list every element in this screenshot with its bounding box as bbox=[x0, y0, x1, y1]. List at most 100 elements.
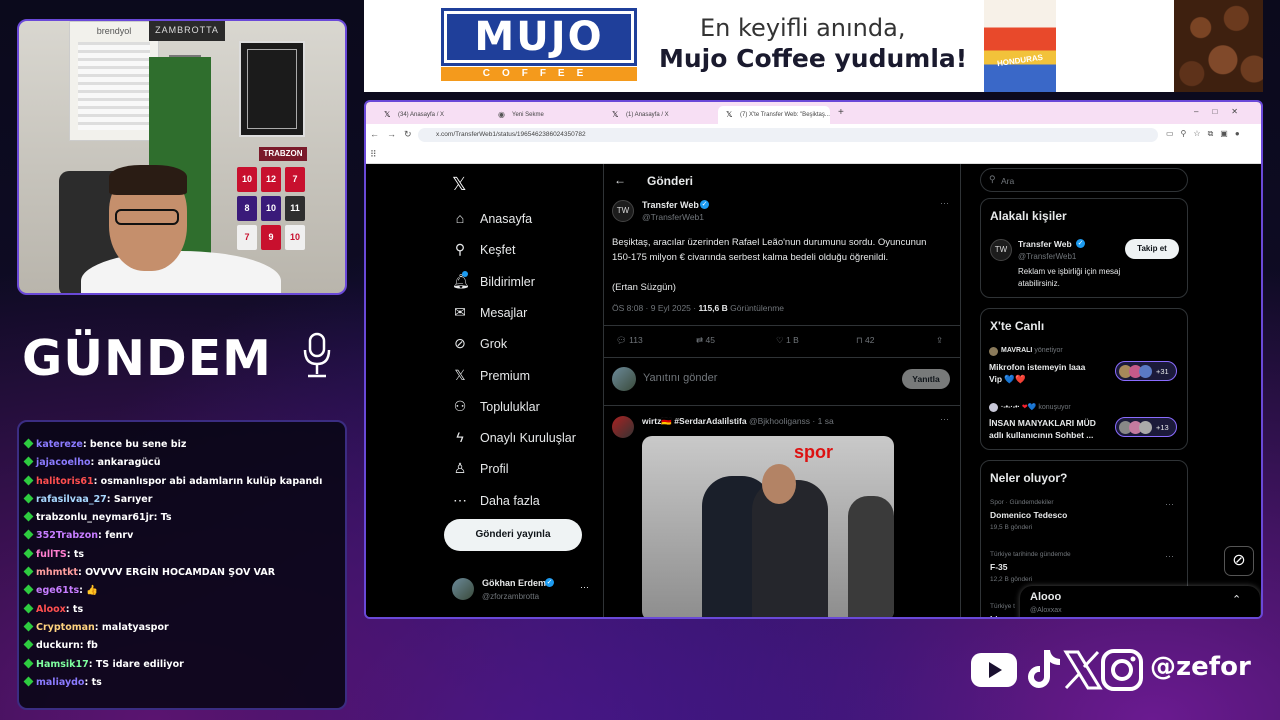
reply-input[interactable]: Yanıtını gönder bbox=[643, 372, 717, 384]
browser-tab-4-active[interactable]: 𝕏 (7) X'te Transfer Web: "Beşiktaş... bbox=[718, 106, 830, 124]
retweet-action[interactable]: ⇄ 45 bbox=[696, 335, 715, 346]
url-field[interactable]: x.com/TransferWeb1/status/19654623860243… bbox=[418, 128, 1158, 142]
account-menu-icon[interactable]: ⋯ bbox=[580, 582, 589, 593]
nav-anasayfa[interactable]: ⌂ Anasayfa bbox=[452, 210, 612, 230]
dm-handle: @Aloxxax bbox=[1030, 607, 1062, 614]
search-box[interactable]: ⚲ Ara bbox=[980, 168, 1188, 192]
chat-username[interactable]: halitoris61 bbox=[36, 476, 94, 487]
chat-username[interactable]: fullTS bbox=[36, 549, 67, 560]
live-space-2[interactable]: ·-•-·-•· ❤💙 konuşuyor İNSAN MANYAKLARI M… bbox=[989, 401, 1179, 451]
bookmark-action[interactable]: ⊓ 42 bbox=[856, 335, 874, 346]
host-row: MAVRALI yönetiyor bbox=[1001, 347, 1063, 354]
tweet-author-name[interactable]: Transfer Web bbox=[642, 200, 699, 210]
bookmark-icon: ⊓ bbox=[856, 335, 863, 345]
chat-username[interactable]: katereze bbox=[36, 439, 83, 450]
tweet-avatar[interactable]: TW bbox=[612, 200, 634, 222]
column-divider bbox=[603, 164, 604, 617]
chat-username[interactable]: Cryptoman bbox=[36, 622, 95, 633]
new-tab-button[interactable]: + bbox=[838, 107, 844, 118]
chat-text: : osmanlıspor abi adamların kulüp kapand… bbox=[93, 475, 323, 487]
related-people-card: Alakalı kişiler TW Transfer Web ✓ @Trans… bbox=[980, 198, 1188, 298]
share-icon[interactable]: ⇪ bbox=[936, 335, 943, 346]
chat-text: : 👍 bbox=[79, 585, 99, 597]
chat-username[interactable]: maliaydo bbox=[36, 677, 84, 688]
browser-tab-1[interactable]: 𝕏 (34) Anasayfa / X bbox=[376, 106, 488, 124]
nav-mesajlar[interactable]: ✉ Mesajlar bbox=[452, 304, 612, 324]
reply-author-name[interactable]: wirtz🇩🇪 #SerdarAdaliİstifa bbox=[642, 416, 747, 426]
tactics-board bbox=[239, 41, 305, 137]
x-favicon-icon: 𝕏 bbox=[612, 110, 619, 119]
tweet-time: ÖS 8:08 · 9 Eyl 2025 · bbox=[612, 303, 699, 313]
trend-more-icon[interactable]: ⋯ bbox=[1165, 551, 1174, 562]
reply-action[interactable]: 💬︎ 113 bbox=[616, 335, 643, 346]
tab-title: (7) X'te Transfer Web: "Beşiktaş... bbox=[740, 112, 830, 118]
nav-grok[interactable]: ⊘ Grok bbox=[452, 335, 612, 355]
bio-line: Reklam ve işbirliği için mesaj bbox=[1018, 267, 1121, 276]
browser-tab-3[interactable]: 𝕏 (1) Anasayfa / X bbox=[604, 106, 716, 124]
reply-button[interactable]: Yanıtla bbox=[902, 369, 950, 389]
live-space-1[interactable]: MAVRALI yönetiyor Mikrofon istemeyin laa… bbox=[989, 345, 1179, 395]
tweet-views: 115,6 B bbox=[698, 303, 728, 313]
chat-username[interactable]: duckurn bbox=[36, 640, 80, 651]
nav-bildirimler[interactable]: 🔔︎ Bildirimler bbox=[452, 270, 612, 293]
trend-item[interactable]: Spor · Gündemdekiler Domenico Tedesco 19,5… bbox=[990, 499, 1180, 545]
chat-text: : bence bu sene biz bbox=[82, 439, 187, 450]
bookmark-count: 42 bbox=[865, 335, 875, 345]
space-title: Mikrofon istemeyin laaa Vip 💙❤️ bbox=[989, 361, 1085, 385]
nav-topluluklar[interactable]: ⚇ Topluluklar bbox=[452, 398, 612, 418]
chat-username[interactable]: ege61ts bbox=[36, 585, 79, 596]
chat-username[interactable]: mhmtkt bbox=[36, 567, 78, 578]
nav-label: Premium bbox=[480, 368, 531, 383]
trend-more-icon[interactable]: ⋯ bbox=[1165, 499, 1174, 510]
badge-icon bbox=[23, 584, 34, 595]
related-handle: @TransferWeb1 bbox=[1018, 252, 1077, 261]
chat-username[interactable]: rafasilvaa_27 bbox=[36, 494, 107, 505]
apps-icon[interactable]: ⠿ bbox=[370, 149, 377, 160]
lightning-icon: ϟ bbox=[456, 429, 464, 446]
account-avatar[interactable] bbox=[452, 578, 474, 600]
post-button[interactable]: Gönderi yayınla bbox=[444, 519, 582, 551]
dm-drawer[interactable]: Alooo @Aloxxax ⌃ bbox=[1020, 586, 1260, 617]
show-title: GÜNDEM bbox=[22, 330, 272, 387]
tweet-meta: ÖS 8:08 · 9 Eyl 2025 · 115,6 B Görüntüle… bbox=[612, 303, 784, 313]
expand-icon[interactable]: ⌃ bbox=[1232, 593, 1241, 606]
nav-keşfet[interactable]: ⚲ Keşfet bbox=[452, 241, 612, 261]
related-name[interactable]: Transfer Web bbox=[1018, 239, 1072, 249]
chat-username[interactable]: Hamsik17 bbox=[36, 659, 89, 670]
chat-username[interactable]: jajacoelho bbox=[36, 457, 90, 468]
coffee-ad-banner[interactable]: MUJO COFFEE En keyifli anında, Mujo Coff… bbox=[364, 0, 1263, 92]
toolbar-icons[interactable]: ▭⚲☆⧉▣● bbox=[1166, 129, 1247, 139]
chat-username[interactable]: 352Trabzon bbox=[36, 530, 98, 541]
jersey-grid: 10 12 7 8 10 11 7 9 10 bbox=[237, 167, 309, 253]
back-arrow-icon[interactable]: ← bbox=[614, 173, 626, 187]
chat-message: ege61ts: 👍 bbox=[23, 582, 345, 600]
nav-daha-fazla[interactable]: ⋯ Daha fazla bbox=[452, 492, 612, 512]
reply-more-icon[interactable]: ⋯ bbox=[940, 414, 949, 425]
tweet-author-handle[interactable]: @TransferWeb1 bbox=[642, 212, 704, 222]
related-avatar[interactable]: TW bbox=[990, 239, 1012, 261]
chat-username[interactable]: Aloox bbox=[36, 604, 66, 615]
browser-tab-2[interactable]: ◉ Yeni Sekme bbox=[490, 106, 602, 124]
follow-button[interactable]: Takip et bbox=[1125, 239, 1179, 259]
tweet-more-icon[interactable]: ⋯ bbox=[940, 198, 949, 209]
x-logo-icon[interactable]: 𝕏 bbox=[452, 174, 467, 195]
grok-float-icon[interactable]: ⊘ bbox=[1224, 546, 1254, 576]
badge-icon bbox=[23, 639, 34, 650]
stream-chat[interactable]: katereze: bence bu sene biz jajacoelho: a… bbox=[17, 420, 347, 710]
address-bar-row: ←→↻ x.com/TransferWeb1/status/1965462386… bbox=[366, 124, 1261, 146]
chat-username[interactable]: trabzonlu_neymar61jr bbox=[36, 512, 154, 523]
nav-premium[interactable]: 𝕏 Premium bbox=[452, 367, 612, 387]
chat-message: duckurn: fb bbox=[23, 637, 345, 655]
video-thumbnail[interactable]: spor bbox=[642, 436, 894, 617]
related-title: Alakalı kişiler bbox=[990, 209, 1067, 223]
window-controls[interactable]: –□✕ bbox=[1194, 107, 1252, 116]
trabzon-label: TRABZON bbox=[259, 147, 307, 161]
reply-author-avatar[interactable] bbox=[612, 416, 634, 438]
like-action[interactable]: ♡ 1 B bbox=[776, 335, 799, 346]
nav-buttons[interactable]: ←→↻ bbox=[370, 129, 420, 140]
nav-profil[interactable]: ♙ Profil bbox=[452, 460, 612, 480]
account-name: Gökhan Erdem bbox=[482, 578, 547, 588]
verified-badge-icon: ✓ bbox=[545, 578, 554, 587]
nav-onaylı-kuruluşlar[interactable]: ϟ Onaylı Kuruluşlar bbox=[452, 429, 612, 449]
name-sign: ZAMBROTTA bbox=[149, 21, 225, 41]
